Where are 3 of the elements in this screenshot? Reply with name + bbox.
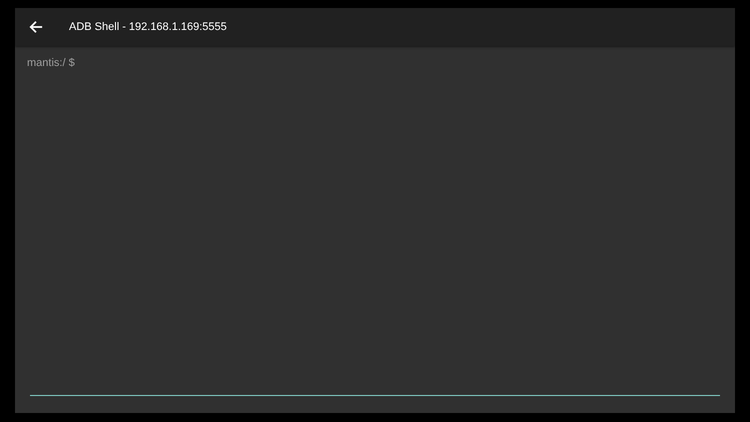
- back-arrow-icon[interactable]: [29, 20, 43, 34]
- terminal-output: mantis:/ $: [27, 57, 75, 69]
- window-title: ADB Shell - 192.168.1.169:5555: [69, 21, 227, 33]
